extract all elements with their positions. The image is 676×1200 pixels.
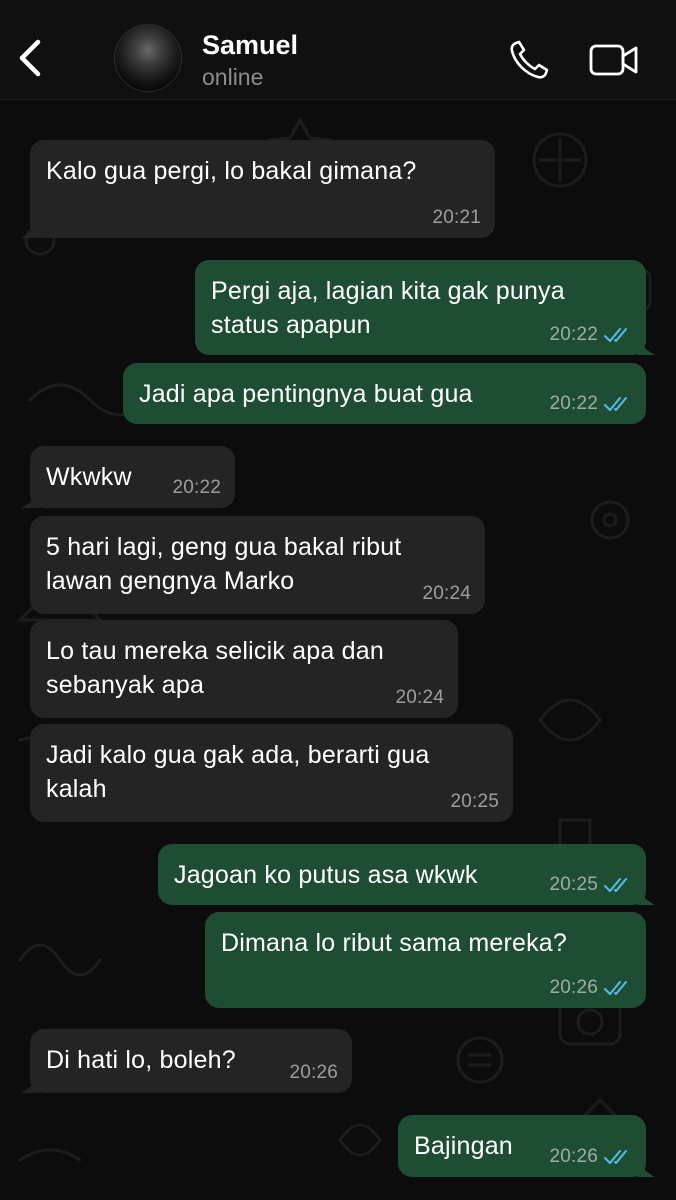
bubble-tail <box>637 1159 655 1177</box>
message-timestamp: 20:25 <box>549 875 632 895</box>
incoming-message[interactable]: Kalo gua pergi, lo bakal gimana? 20:21 <box>21 140 495 238</box>
message-timestamp: 20:22 <box>549 325 632 345</box>
timestamp-text: 20:26 <box>549 1146 598 1167</box>
message-text: Jadi kalo gua gak ada, berarti gua kalah <box>46 741 430 803</box>
incoming-message[interactable]: Jadi kalo gua gak ada, berarti gua kalah… <box>30 724 513 822</box>
timestamp-text: 20:26 <box>289 1062 338 1083</box>
bubble-tail <box>21 490 39 508</box>
bubble-tail <box>21 220 39 238</box>
double-check-icon <box>604 1150 627 1164</box>
incoming-message[interactable]: 5 hari lagi, geng gua bakal ribut lawan … <box>30 516 485 614</box>
outgoing-message[interactable]: Dimana lo ribut sama mereka? 20:26 <box>205 912 646 1008</box>
avatar[interactable] <box>114 24 182 92</box>
timestamp-text: 20:22 <box>172 477 221 498</box>
outgoing-message[interactable]: Jagoan ko putus asa wkwk 20:25 <box>158 844 655 905</box>
message-text: Dimana lo ribut sama mereka? <box>221 929 568 957</box>
message-timestamp: 20:21 <box>432 208 481 228</box>
message-timestamp: 20:25 <box>450 792 499 812</box>
double-check-icon <box>604 328 627 342</box>
bubble-tail <box>637 337 655 355</box>
message-timestamp: 20:26 <box>549 978 632 998</box>
message-timestamp: 20:26 <box>289 1063 338 1083</box>
message-timestamp: 20:22 <box>549 394 632 414</box>
contact-name[interactable]: Samuel <box>202 30 298 61</box>
timestamp-text: 20:24 <box>395 687 444 708</box>
message-text: Lo tau mereka selicik apa dan sebanyak a… <box>46 637 384 699</box>
message-timestamp: 20:26 <box>549 1147 632 1167</box>
outgoing-message[interactable]: Bajingan 20:26 <box>398 1115 655 1177</box>
video-camera-icon[interactable] <box>588 40 640 80</box>
timestamp-text: 20:25 <box>549 874 598 895</box>
bubble-tail <box>21 1075 39 1093</box>
chevron-left-icon[interactable] <box>14 38 48 78</box>
incoming-message[interactable]: Wkwkw 20:22 <box>21 446 235 508</box>
contact-status: online <box>202 64 264 90</box>
message-timestamp: 20:22 <box>172 478 221 498</box>
bubble-tail <box>637 887 655 905</box>
timestamp-text: 20:24 <box>422 583 471 604</box>
message-timestamp: 20:24 <box>422 584 471 604</box>
phone-icon[interactable] <box>507 38 551 82</box>
double-check-icon <box>604 981 627 995</box>
message-timestamp: 20:24 <box>395 688 444 708</box>
timestamp-text: 20:22 <box>549 393 598 414</box>
incoming-message[interactable]: Lo tau mereka selicik apa dan sebanyak a… <box>30 620 458 718</box>
chat-header: Samuel online <box>0 0 676 100</box>
timestamp-text: 20:26 <box>549 977 598 998</box>
timestamp-text: 20:22 <box>549 324 598 345</box>
message-list[interactable]: Kalo gua pergi, lo bakal gimana? 20:21 Per… <box>0 100 676 1200</box>
timestamp-text: 20:21 <box>432 207 481 228</box>
double-check-icon <box>604 397 627 411</box>
message-text: 5 hari lagi, geng gua bakal ribut lawan … <box>46 533 402 595</box>
outgoing-message[interactable]: Jadi apa pentingnya buat gua 20:22 <box>123 363 646 424</box>
incoming-message[interactable]: Di hati lo, boleh? 20:26 <box>21 1029 352 1093</box>
outgoing-message[interactable]: Pergi aja, lagian kita gak punya status … <box>195 260 655 355</box>
double-check-icon <box>604 878 627 892</box>
message-text: Kalo gua pergi, lo bakal gimana? <box>46 157 417 185</box>
timestamp-text: 20:25 <box>450 791 499 812</box>
